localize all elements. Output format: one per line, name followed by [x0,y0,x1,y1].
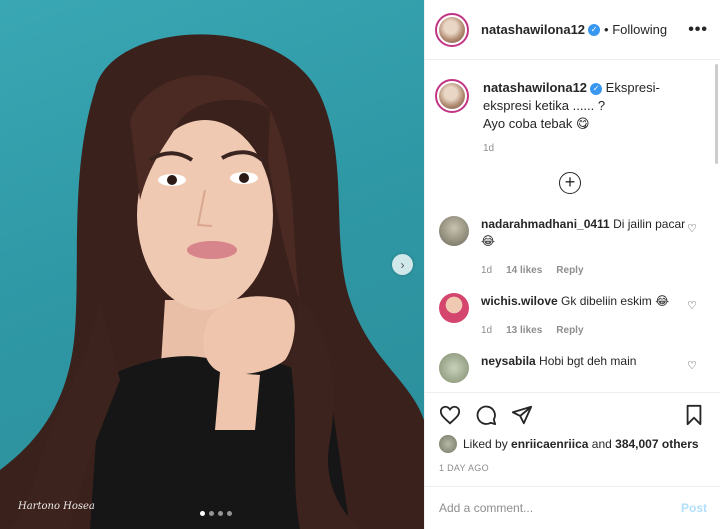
post-sidebar: natashawilona12 ✓ • Following ••• natash… [424,0,720,529]
author-avatar[interactable] [435,12,469,47]
verified-badge-icon: ✓ [588,23,601,36]
commenter-avatar[interactable] [439,216,469,246]
chevron-right-icon: › [400,257,405,272]
comment-meta: 1d 14 likes Reply [481,262,686,279]
plus-circle-icon[interactable]: + [559,172,581,194]
comment-item: neysabila Hobi bgt deh main ♡ [435,353,705,383]
comment-likes[interactable]: 13 likes [506,322,542,339]
comment-meta: 1d 13 likes Reply [481,322,686,339]
comment-item: wichis.wilove Gk dibeliin eskim 😂 1d 13 … [435,293,705,339]
likes-suffix: and [591,437,612,451]
post-actions: Liked by enriicaenriica and 384,007 othe… [425,392,720,473]
post-header: natashawilona12 ✓ • Following ••• [425,0,720,60]
following-status[interactable]: • Following [604,22,667,37]
post-photo[interactable]: › Hartono Hosea [0,0,424,529]
comment-text: Hobi bgt deh main [539,354,637,368]
comment-reply-button[interactable]: Reply [556,262,583,279]
comment-username[interactable]: nadarahmadhani_0411 [481,217,610,231]
heart-icon[interactable] [439,404,461,426]
comment-body: neysabila Hobi bgt deh main [481,353,686,383]
comment-time: 1d [481,325,493,336]
comment-username[interactable]: wichis.wilove [481,294,558,308]
load-more-comments[interactable]: + [435,172,705,194]
comment-body: nadarahmadhani_0411 Di jailin pacar😂 1d … [481,216,686,279]
carousel-dots [200,511,232,516]
verified-badge-icon: ✓ [590,83,603,95]
post-comment-button[interactable]: Post [681,501,707,515]
comment-likes[interactable]: 14 likes [506,262,542,279]
portrait-illustration [0,34,424,529]
likes-prefix: Liked by [463,437,508,451]
bookmark-icon[interactable] [683,404,705,426]
caption-time: 1d [483,143,495,154]
photo-watermark: Hartono Hosea [18,501,95,512]
commenter-avatar[interactable] [439,293,469,323]
comment-heart-icon[interactable]: ♡ [687,359,697,372]
paper-plane-icon[interactable] [511,404,533,426]
add-comment-bar: Post [425,486,720,529]
carousel-next-button[interactable]: › [392,254,413,275]
action-icons [439,403,705,427]
comment-reply-button[interactable]: Reply [556,322,583,339]
post-caption: natashawilona12 ✓ Ekspresi-ekspresi ketik… [435,79,705,133]
carousel-dot [200,511,205,516]
comment-heart-icon[interactable]: ♡ [687,299,697,312]
liker-username[interactable]: enriicaenriica [511,437,588,451]
likes-summary: Liked by enriicaenriica and 384,007 othe… [439,435,705,453]
caption-text: natashawilona12 ✓ Ekspresi-ekspresi ketik… [483,79,698,133]
post-time[interactable]: 1 DAY AGO [439,463,705,473]
carousel-dot [209,511,214,516]
caption-line-2: Ayo coba tebak 😋 [483,116,590,131]
comment-username[interactable]: neysabila [481,354,536,368]
comment-body: wichis.wilove Gk dibeliin eskim 😂 1d 13 … [481,293,686,339]
carousel-dot [227,511,232,516]
comment-time: 1d [481,265,493,276]
add-comment-input[interactable] [439,501,681,515]
comment-heart-icon[interactable]: ♡ [687,222,697,235]
author-username[interactable]: natashawilona12 [481,22,585,37]
caption-username[interactable]: natashawilona12 [483,80,587,95]
likes-count[interactable]: 384,007 others [615,437,698,451]
comment-text: Gk dibeliin eskim 😂 [561,294,670,308]
comment-item: nadarahmadhani_0411 Di jailin pacar😂 1d … [435,216,705,279]
carousel-dot [218,511,223,516]
liker-avatar[interactable] [439,435,457,453]
comment-icon[interactable] [475,404,497,426]
comments-list[interactable]: natashawilona12 ✓ Ekspresi-ekspresi ketik… [425,61,720,391]
commenter-avatar[interactable] [439,353,469,383]
more-options-icon[interactable]: ••• [688,21,708,39]
comments-scrollbar[interactable] [715,64,718,164]
caption-avatar[interactable] [435,79,469,113]
